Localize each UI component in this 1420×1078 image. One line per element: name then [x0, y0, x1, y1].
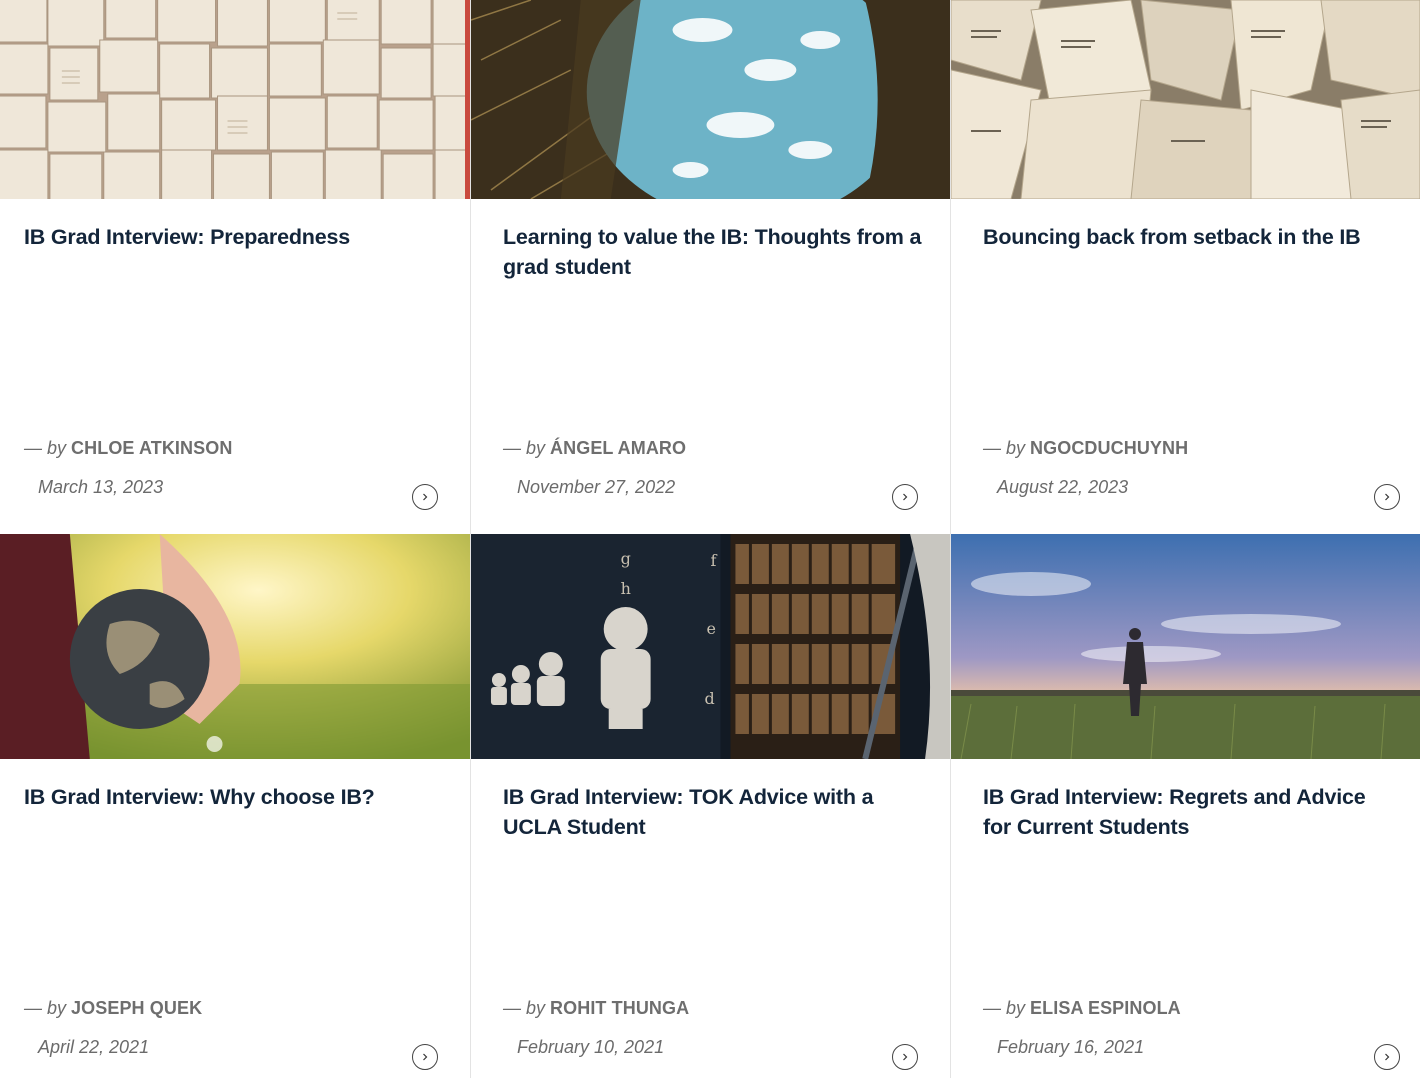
- article-date: March 13, 2023: [38, 477, 164, 497]
- article-title[interactable]: Learning to value the IB: Thoughts from …: [503, 222, 928, 282]
- byline-prefix: — by: [24, 438, 67, 458]
- read-more-button[interactable]: [1374, 484, 1400, 510]
- article-byline: — by ROHIT THUNGA: [503, 998, 689, 1019]
- read-more-button[interactable]: [412, 484, 438, 510]
- read-more-button[interactable]: [1374, 1044, 1400, 1070]
- article-byline: — by ÁNGEL AMARO: [503, 438, 686, 459]
- chevron-right-icon: [1385, 1053, 1390, 1061]
- byline-prefix: — by: [503, 998, 546, 1018]
- read-more-button[interactable]: [412, 1044, 438, 1070]
- byline-prefix: — by: [503, 438, 546, 458]
- chevron-right-icon: [903, 493, 908, 501]
- article-byline: — by NGOCDUCHUYNH: [983, 438, 1188, 459]
- article-byline: — by JOSEPH QUEK: [24, 998, 202, 1019]
- article-thumbnail[interactable]: [0, 534, 470, 759]
- article-thumbnail[interactable]: [951, 534, 1420, 759]
- article-title[interactable]: IB Grad Interview: Regrets and Advice fo…: [983, 782, 1398, 842]
- author-link[interactable]: CHLOE ATKINSON: [71, 438, 232, 458]
- chevron-right-icon: [903, 1053, 908, 1061]
- article-byline: — by ELISA ESPINOLA: [983, 998, 1181, 1019]
- author-link[interactable]: ÁNGEL AMARO: [550, 438, 686, 458]
- author-link[interactable]: ROHIT THUNGA: [550, 998, 689, 1018]
- article-thumbnail[interactable]: [951, 0, 1420, 199]
- article-title[interactable]: IB Grad Interview: Preparedness: [24, 222, 448, 252]
- author-link[interactable]: JOSEPH QUEK: [71, 998, 202, 1018]
- author-link[interactable]: ELISA ESPINOLA: [1030, 998, 1181, 1018]
- chevron-right-icon: [1385, 493, 1390, 501]
- article-card[interactable]: Bouncing back from setback in the IB — b…: [951, 0, 1420, 534]
- byline-prefix: — by: [983, 998, 1026, 1018]
- author-link[interactable]: NGOCDUCHUYNH: [1030, 438, 1188, 458]
- svg-text:g: g: [621, 549, 631, 568]
- article-date: August 22, 2023: [997, 477, 1129, 497]
- article-grid: IB Grad Interview: Preparedness — by CHL…: [0, 0, 1420, 1078]
- byline-prefix: — by: [983, 438, 1026, 458]
- chevron-right-icon: [423, 1053, 428, 1061]
- article-title[interactable]: IB Grad Interview: Why choose IB?: [24, 782, 448, 812]
- article-thumbnail[interactable]: fedgh: [471, 534, 950, 759]
- article-date: February 10, 2021: [517, 1037, 665, 1057]
- read-more-button[interactable]: [892, 1044, 918, 1070]
- byline-prefix: — by: [24, 998, 67, 1018]
- svg-text:e: e: [707, 619, 716, 638]
- article-date: April 22, 2021: [38, 1037, 150, 1057]
- article-byline: — by CHLOE ATKINSON: [24, 438, 232, 459]
- article-card[interactable]: IB Grad Interview: Regrets and Advice fo…: [951, 534, 1420, 1078]
- article-title[interactable]: Bouncing back from setback in the IB: [983, 222, 1398, 252]
- svg-text:h: h: [621, 579, 631, 598]
- article-date: February 16, 2021: [997, 1037, 1145, 1057]
- article-date: November 27, 2022: [517, 477, 676, 497]
- read-more-button[interactable]: [892, 484, 918, 510]
- chevron-right-icon: [423, 493, 428, 501]
- article-card[interactable]: IB Grad Interview: Why choose IB? — by J…: [0, 534, 471, 1078]
- article-card[interactable]: Learning to value the IB: Thoughts from …: [471, 0, 951, 534]
- article-card[interactable]: IB Grad Interview: Preparedness — by CHL…: [0, 0, 471, 534]
- article-thumbnail[interactable]: [471, 0, 950, 199]
- svg-text:d: d: [705, 689, 715, 708]
- article-thumbnail[interactable]: [0, 0, 470, 199]
- article-title[interactable]: IB Grad Interview: TOK Advice with a UCL…: [503, 782, 928, 842]
- article-card[interactable]: fedgh IB Grad Interview: TOK Advice with…: [471, 534, 951, 1078]
